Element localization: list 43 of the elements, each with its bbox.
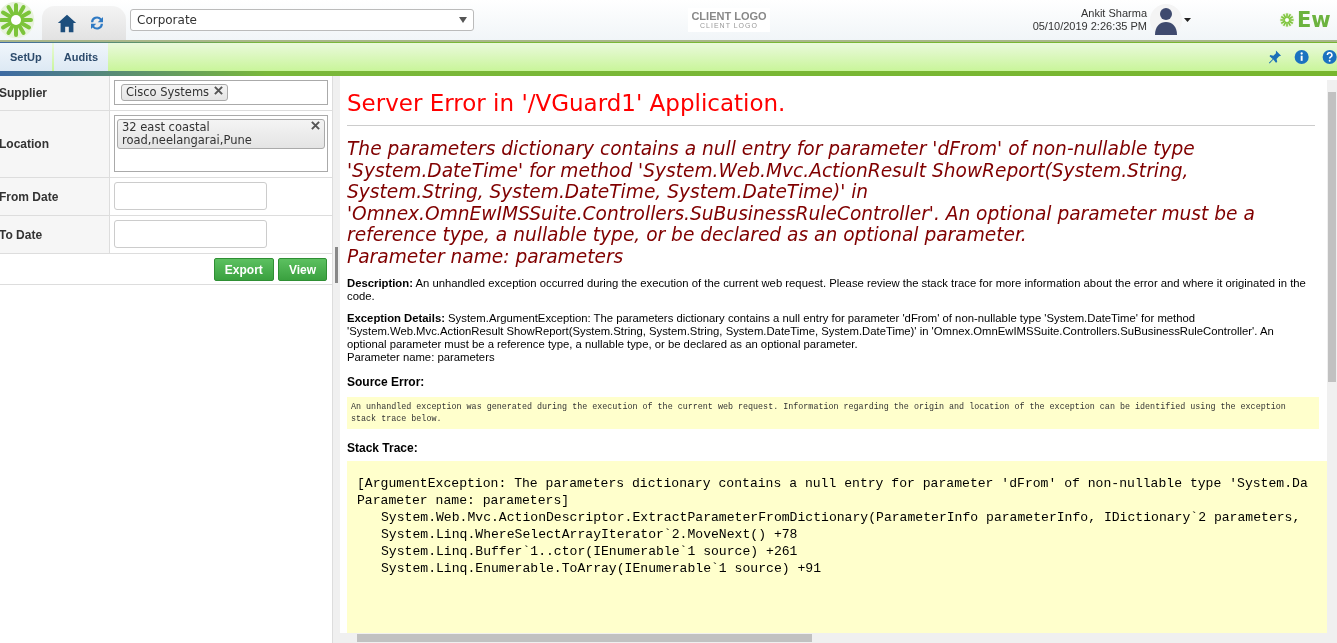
dropdown-arrow-icon — [459, 17, 467, 23]
exception-details: Exception Details: System.ArgumentException: The parameters dictionary contains a null entry for parameter 'dFrom' of non-nullable type 'System.DateTime' for method 'System.Web.Mvc.ActionResult ShowReport(System.String, System.String, System.DateTime, System.DateTime)' in 'Omnex.OmnEwIMSSuite.Controllers.SuBusinessRuleController'. An optional parameter must be a reference type, a nullable type, or be declared as an optional parameter. Parameter name: parameters — [347, 312, 1275, 364]
tag-chip: 32 east coastal road,neelangarai,Pune — [117, 119, 325, 149]
organization-select[interactable]: Corporate — [130, 9, 474, 31]
section-heading: Source Error: — [347, 375, 426, 389]
pin-icon[interactable] — [1267, 49, 1283, 65]
refresh-icon[interactable] — [88, 14, 106, 32]
user-avatar-icon[interactable] — [1149, 3, 1193, 37]
error-description: Description: An unhandled exception occurred during the execution of the current web request. Please review the stack trace for more information about the error and where it originated in the code. — [347, 277, 1307, 303]
stack-trace-line: System.Linq.Enumerable.ToArray(IEnumerable`1 source) +91 — [381, 560, 822, 577]
remove-icon[interactable] — [214, 86, 224, 95]
help-icon[interactable] — [1321, 49, 1337, 65]
stack-trace-line: Parameter name: parameters] — [357, 492, 570, 509]
remove-icon[interactable] — [311, 121, 320, 130]
scrollbar-thumb[interactable] — [357, 634, 812, 642]
tag-field[interactable]: Cisco Systems — [114, 80, 328, 105]
stack-trace-line: System.Linq.WhereSelectArrayIterator`2.MoveNext() +78 — [381, 526, 798, 543]
field-label: To Date — [0, 216, 110, 253]
brand-logo-icon — [1279, 12, 1295, 28]
error-title: Server Error in '/VGuard1' Application. — [347, 90, 1315, 126]
home-icon[interactable] — [56, 12, 78, 34]
stack-trace-line: System.Web.Mvc.ActionDescriptor.ExtractParameterFromDictionary(ParameterInfo parameterInfo, IDictionary`2 parameters, — [381, 509, 1301, 526]
nav-tab[interactable]: SetUp — [0, 43, 52, 71]
tag-field[interactable]: 32 east coastal road,neelangarai,Pune — [114, 115, 328, 172]
tag-chip: Cisco Systems — [121, 84, 229, 101]
stack-trace-line: System.Linq.Buffer`1..ctor(IEnumerable`1 source) +261 — [381, 543, 798, 560]
section-heading: Stack Trace: — [347, 441, 419, 455]
date-field[interactable] — [114, 182, 267, 210]
error-message: The parameters dictionary contains a null entry for parameter 'dFrom' of non-nullable type 'System.DateTime' for method 'System.Web.Mvc.ActionResult ShowReport(System.String, System.String, System.DateTime, System.DateTime)' in 'Omnex.OmnEwIMSSuite.Controllers.SuBusinessRuleController'. An optional parameter must be a reference type, a nullable type, or be declared as an optional parameter. Parameter name: parameters — [347, 138, 1256, 267]
date-time: 05/10/2019 2:26:35 PM — [1032, 20, 1147, 33]
info-icon[interactable] — [1294, 49, 1310, 65]
field-label: From Date — [0, 178, 110, 215]
stack-trace-line: [ArgumentException: The parameters dictionary contains a null entry for parameter 'dFrom' of non-nullable type 'System.Da — [357, 475, 1308, 492]
source-error-text: An unhandled exception was generated during the execution of the current web request. Information regarding the origin and location of the exception can be identified using the exception stack trace below. — [347, 397, 1319, 429]
logo-icon — [0, 0, 36, 40]
date-field[interactable] — [114, 220, 267, 248]
nav-tab[interactable]: Audits — [53, 43, 108, 71]
user-name: Ankit Sharma — [1079, 7, 1147, 20]
field-label: Location — [0, 111, 110, 177]
scrollbar-thumb[interactable] — [1328, 92, 1336, 382]
field-label: Supplier — [0, 76, 110, 110]
brand-name: Ew — [1297, 8, 1331, 32]
splitter-handle[interactable] — [335, 246, 338, 283]
